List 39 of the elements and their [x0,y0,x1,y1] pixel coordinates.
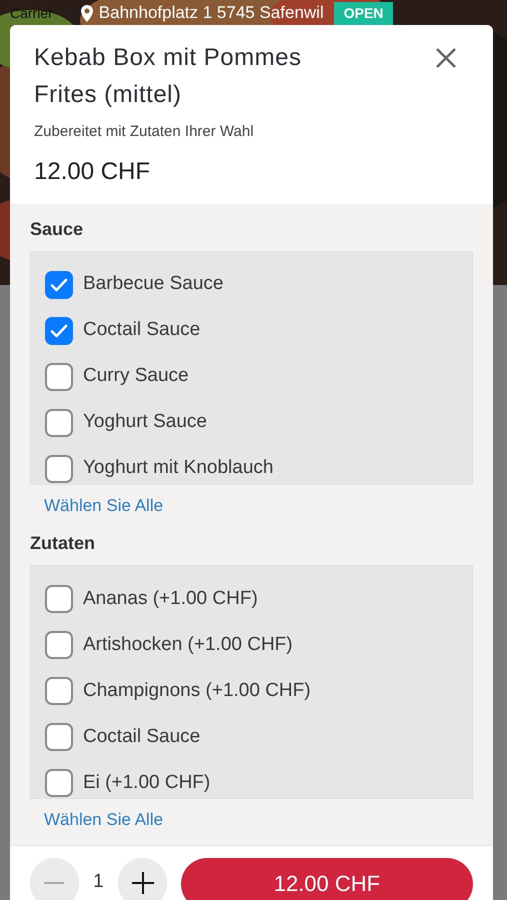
dialog-subtitle: Zubereitet mit Zutaten Ihrer Wahl [34,122,255,142]
option-label: Yoghurt Sauce [83,410,207,434]
close-icon [435,47,457,69]
checkbox[interactable] [45,362,73,390]
checkbox[interactable] [45,270,73,298]
plus-icon [132,872,154,894]
option-label: Champignons (+1.00 CHF) [83,678,311,703]
minus-icon [44,882,64,884]
dialog-price: 12.00 CHF [34,156,152,186]
option-label: Yoghurt mit Knoblauch [83,456,274,480]
quantity-value: 1 [92,870,105,894]
wifi-icon [58,7,75,19]
option-label: Barbecue Sauce [83,272,224,296]
increase-button[interactable] [118,858,167,900]
option-label: Ananas (+1.00 CHF) [83,586,258,611]
checkbox[interactable] [45,454,73,482]
check-icon [50,278,68,292]
option-label: Coctail Sauce [83,724,200,749]
option-label: Artishocken (+1.00 CHF) [83,632,293,657]
option-label: Coctail Sauce [83,318,200,342]
select-all-link[interactable]: Wählen Sie Alle [30,492,164,518]
checkbox[interactable] [45,585,73,613]
group-heading: Zutaten [30,532,96,555]
checkbox[interactable] [45,316,73,344]
checkbox[interactable] [45,677,73,705]
location-pin-icon [80,4,93,22]
checkbox[interactable] [45,631,73,659]
option-label: Ei (+1.00 CHF) [83,770,210,795]
checkbox[interactable] [45,723,73,751]
checkbox[interactable] [45,769,73,797]
dialog-title: Kebab Box mit Pommes Frites (mittel) [34,43,302,110]
select-all-link[interactable]: Wählen Sie Alle [30,807,164,832]
restaurant-address: Bahnhofplatz 1 5745 Safenwil [98,2,324,24]
checkbox[interactable] [45,408,73,436]
check-icon [50,324,68,338]
open-status-badge: OPEN [334,2,394,24]
option-label: Curry Sauce [83,364,189,388]
group-heading: Sauce [30,218,84,240]
add-to-cart-button[interactable]: 12.00 CHF [180,858,473,900]
